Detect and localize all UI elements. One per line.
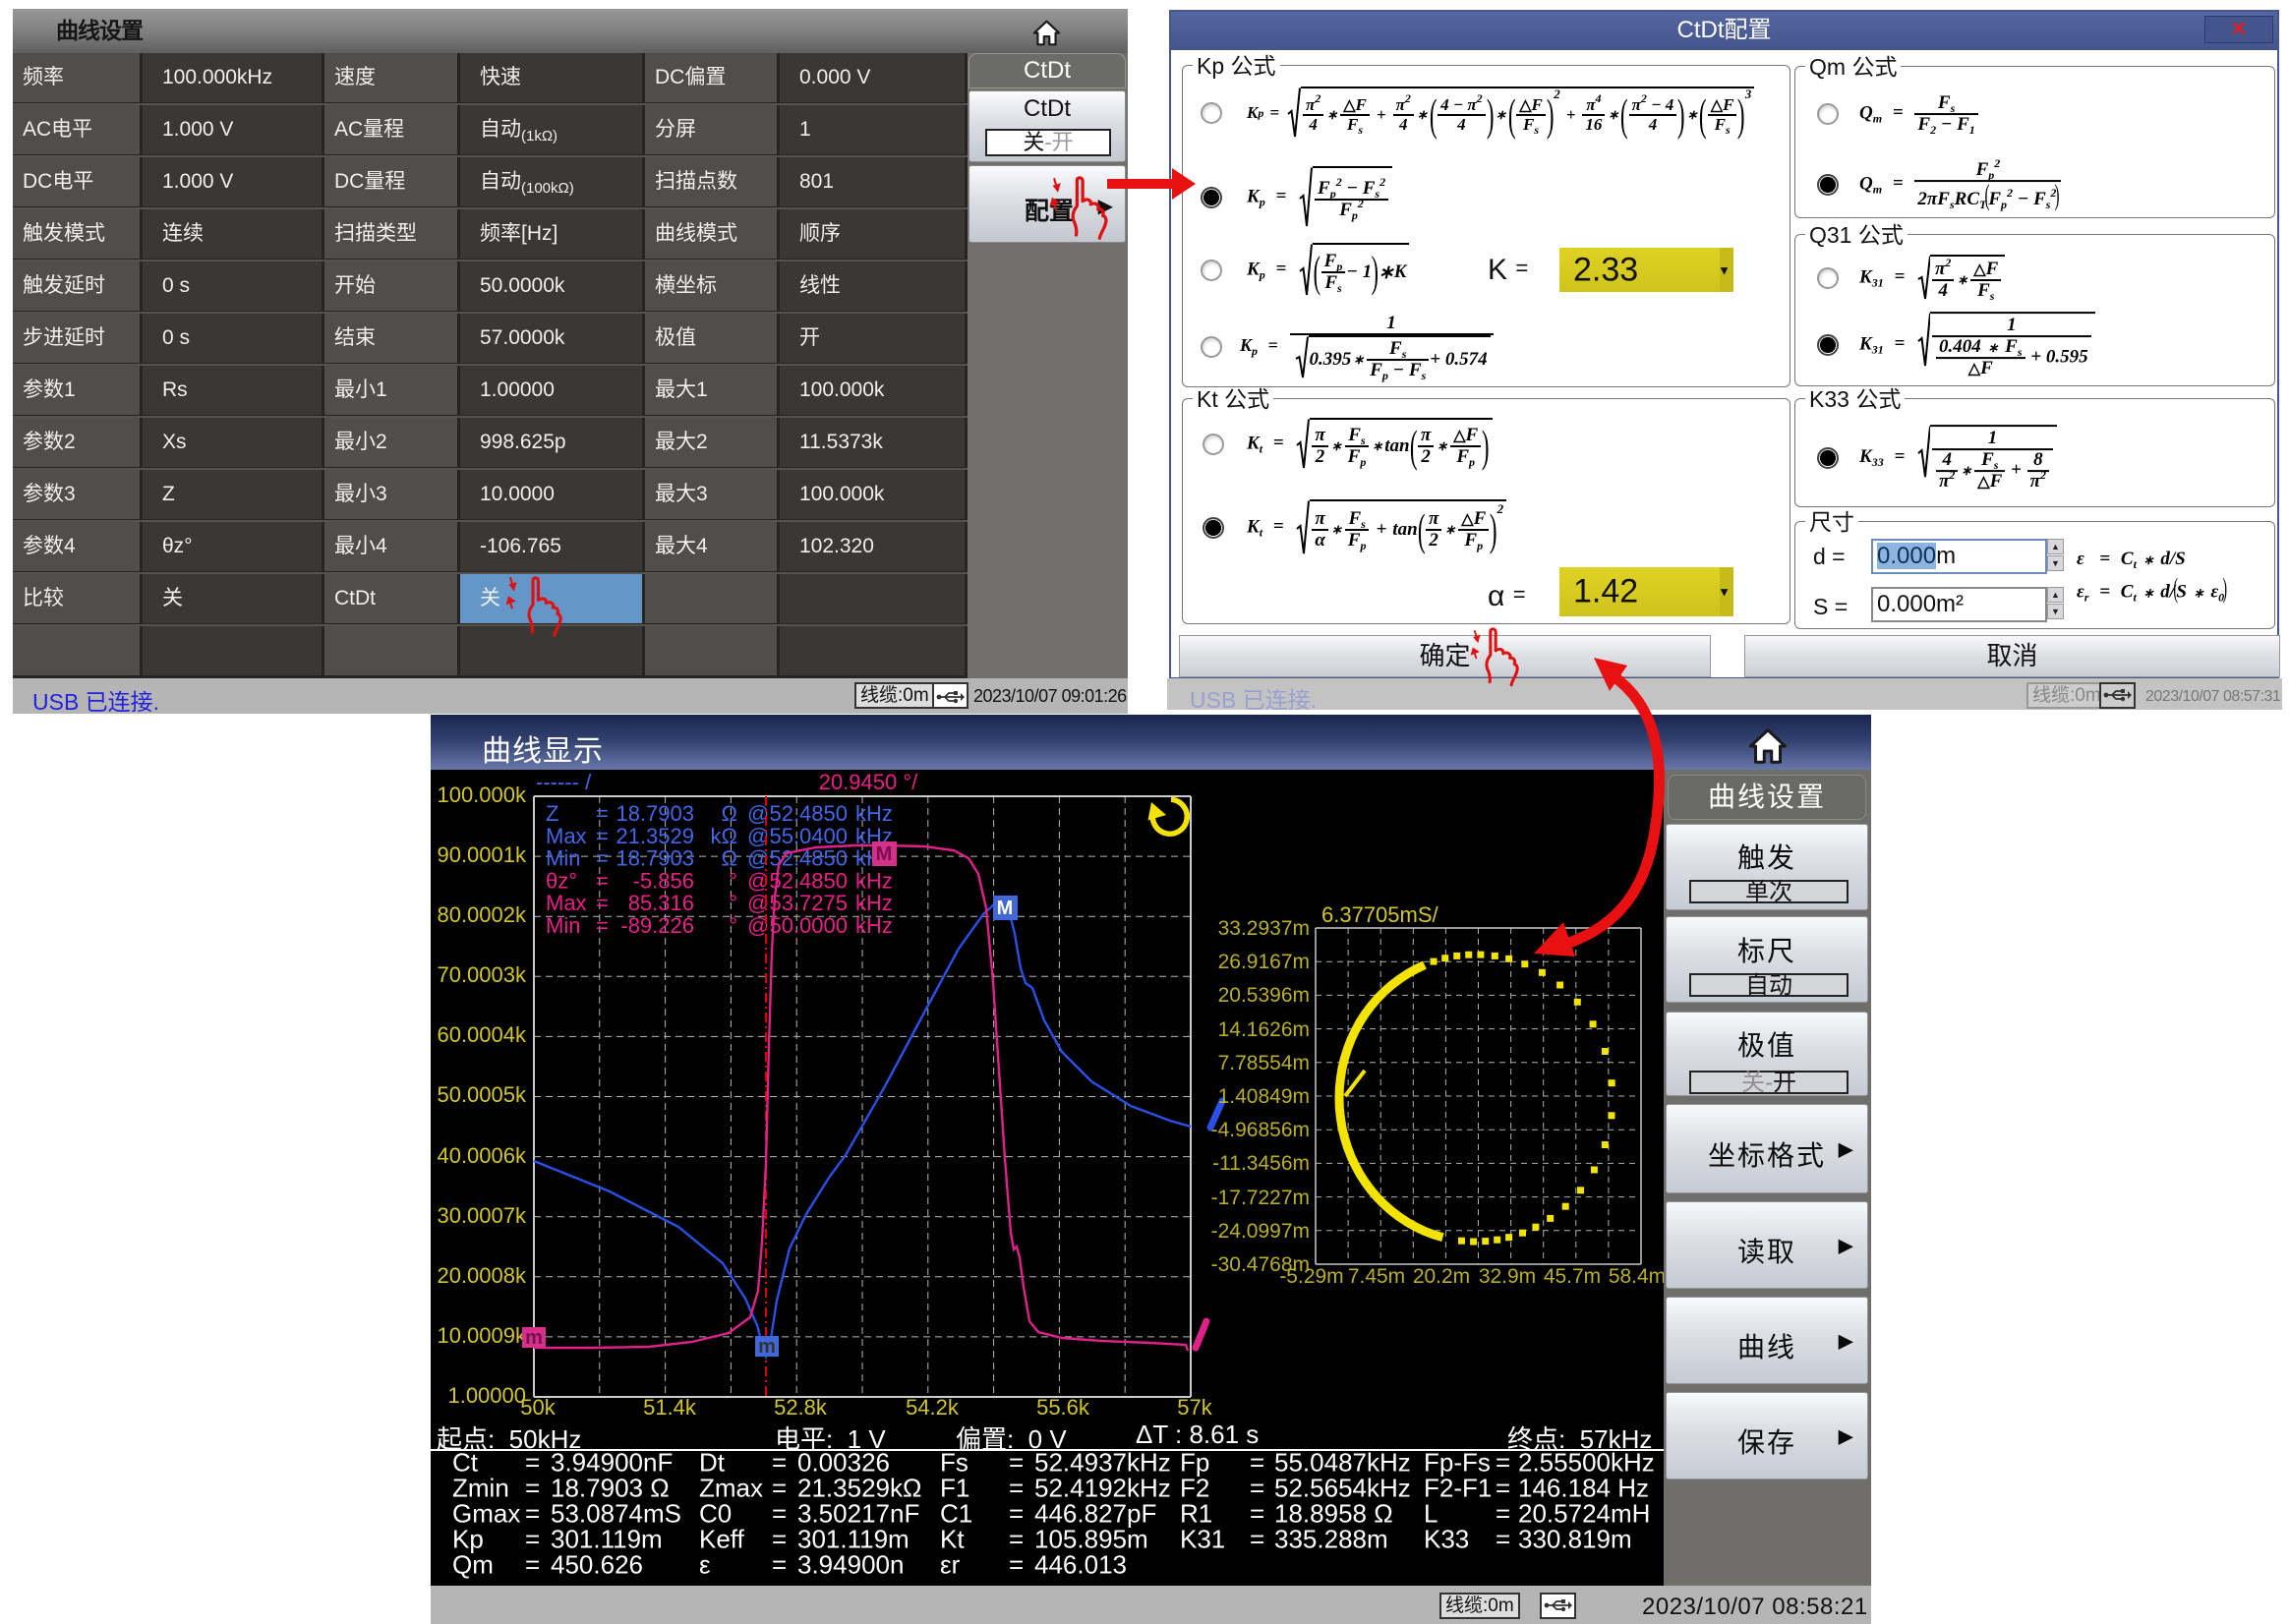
svg-text:57k: 57k [1177,1395,1212,1420]
svg-text:kHz: kHz [855,913,893,938]
svg-text:52.4850: 52.4850 [769,868,848,893]
svg-text:20.2m: 20.2m [1413,1265,1470,1288]
svg-text:=: = [596,846,609,871]
svg-text:Ω: Ω [722,846,737,871]
svg-text:18.7903: 18.7903 [616,801,694,826]
svg-text:53.7275: 53.7275 [769,891,848,915]
svg-text:-17.7227m: -17.7227m [1211,1187,1310,1209]
svg-text:1.40849m: 1.40849m [1218,1085,1310,1108]
svg-text:6.37705mS/: 6.37705mS/ [1321,902,1439,927]
svg-text:Max: Max [546,891,587,915]
svg-text:52.4850: 52.4850 [769,801,848,826]
svg-text:Min: Min [546,913,580,938]
svg-text:-24.0997m: -24.0997m [1211,1220,1310,1243]
svg-text:=: = [596,868,609,893]
svg-text:80.0002k: 80.0002k [437,902,527,927]
svg-text:-4.96856m: -4.96856m [1211,1119,1310,1141]
svg-text:M: M [997,898,1014,919]
svg-text:26.9167m: 26.9167m [1218,951,1310,973]
svg-text:°: ° [729,868,737,893]
svg-text:14.1626m: 14.1626m [1218,1018,1310,1041]
svg-text:45.7m: 45.7m [1544,1265,1601,1288]
svg-text:50.0005k: 50.0005k [437,1082,527,1107]
svg-text:7.78554m: 7.78554m [1218,1052,1310,1074]
svg-text:52.8k: 52.8k [774,1395,828,1420]
svg-text:kHz: kHz [855,868,893,893]
svg-text:20.9450 °/: 20.9450 °/ [819,770,918,794]
svg-text:M: M [876,843,893,865]
svg-text:20.0008k: 20.0008k [437,1263,527,1288]
svg-text:21.3529: 21.3529 [616,824,694,848]
svg-text:m: m [758,1336,776,1358]
svg-text:54.2k: 54.2k [906,1395,960,1420]
svg-text:100.000k: 100.000k [437,783,527,807]
svg-text:-5.29m: -5.29m [1279,1265,1343,1288]
svg-text:60.0004k: 60.0004k [437,1022,527,1047]
svg-text:85.316: 85.316 [628,891,694,915]
svg-text:55.0400: 55.0400 [769,824,848,848]
svg-text:θz°: θz° [546,868,577,893]
svg-text:=: = [596,913,609,938]
svg-text:-11.3456m: -11.3456m [1212,1152,1310,1175]
svg-text:30.0007k: 30.0007k [437,1203,527,1228]
svg-text:70.0003k: 70.0003k [437,962,527,987]
svg-text:------ /: ------ / [536,770,592,794]
svg-text:58.4m: 58.4m [1609,1265,1664,1288]
svg-text:=: = [596,891,609,915]
svg-text:°: ° [729,913,737,938]
svg-text:Min: Min [546,846,580,871]
svg-text:50.0000: 50.0000 [769,913,848,938]
svg-text:40.0006k: 40.0006k [437,1143,527,1168]
svg-text:-89.226: -89.226 [620,913,694,938]
svg-text:-5.856: -5.856 [633,868,694,893]
svg-text:32.9m: 32.9m [1479,1265,1536,1288]
svg-text:=: = [596,801,609,826]
svg-text:=: = [596,824,609,848]
svg-text:10.0009k: 10.0009k [437,1323,527,1348]
svg-text:90.0001k: 90.0001k [437,842,527,867]
svg-text:kHz: kHz [855,891,893,915]
svg-text:Z: Z [546,801,558,826]
svg-text:kΩ: kΩ [711,824,737,848]
svg-text:50k: 50k [520,1395,556,1420]
svg-text:°: ° [729,891,737,915]
svg-text:kHz: kHz [855,801,893,826]
svg-text:51.4k: 51.4k [643,1395,697,1420]
svg-text:Max: Max [546,824,587,848]
svg-text:33.2937m: 33.2937m [1218,917,1310,940]
svg-text:55.6k: 55.6k [1036,1395,1090,1420]
svg-text:m: m [525,1327,543,1349]
svg-text:20.5396m: 20.5396m [1218,984,1310,1007]
svg-text:7.45m: 7.45m [1348,1265,1405,1288]
svg-text:18.7903: 18.7903 [616,846,694,871]
svg-text:Ω: Ω [722,801,737,826]
svg-text:1.00000: 1.00000 [447,1383,526,1408]
